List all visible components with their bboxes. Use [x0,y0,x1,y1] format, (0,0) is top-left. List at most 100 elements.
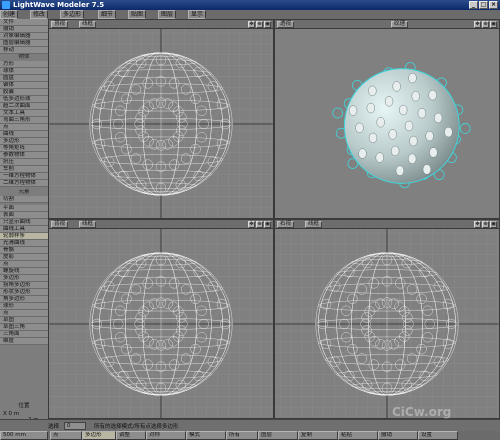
sidebar-item-bones[interactable]: 骨骼 [0,247,48,254]
maximize-icon[interactable]: □ [479,1,488,9]
sidebar-item-skelegons[interactable]: 皮影 [0,254,48,261]
sidebar-item-polygon-2[interactable]: 多边形 [0,275,48,282]
sidebar-item-move[interactable]: 移动 [0,47,48,54]
sidebar-item-cut[interactable]: 切割 [0,196,48,203]
viewport-perspective[interactable]: 透视 纹理 ✥ ⊕ ▣ [274,19,500,219]
viewport-name-select[interactable]: 顶视 [51,21,69,28]
sidebar-item-param-object[interactable]: 参数物体 [0,152,48,159]
tab-map[interactable]: 贴图 [128,10,147,19]
viewport-canvas[interactable] [275,29,499,218]
sidebar-item-helix[interactable]: 螺旋线 [0,268,48,275]
sidebar-item-cone[interactable]: 锥体 [0,82,48,89]
layers-button[interactable]: 图层 [258,431,298,440]
paste-button[interactable]: 粘贴 [338,431,378,440]
tab-detail[interactable]: 细节 [98,10,117,19]
viewport-name-select[interactable]: 背视 [51,221,69,228]
sidebar-item-disc[interactable]: 圆盘 [0,75,48,82]
sidebar-item-point-3[interactable]: 点 [0,310,48,317]
sidebar-item-triangle[interactable]: 三角面 [0,331,48,338]
maximize-view-icon[interactable]: ▣ [490,221,497,228]
sidebar-item-point[interactable]: 点 [0,124,48,131]
mode-button[interactable]: 模式 [186,431,226,440]
sidebar-item-corner-polygon[interactable]: 拐角多边形 [0,282,48,289]
tab-polygon[interactable]: 多边形 [60,10,85,19]
sidebar-item-surface[interactable]: 表面 [0,212,48,219]
zoom-view-icon[interactable]: ⊕ [482,221,489,228]
sidebar-item-show-curves[interactable]: 只显示曲线 [0,219,48,226]
viewport-right[interactable]: 右视 线框 ✥ ⊕ ▣ [274,219,500,419]
sidebar-item-sphere[interactable]: 球形 [0,303,48,310]
minimize-icon[interactable]: _ [469,1,478,9]
viewport-mode-select[interactable]: 线框 [79,21,97,28]
sidebar-item-2d-equation[interactable]: 二维方程物体 [0,180,48,187]
move-view-icon[interactable]: ✥ [474,221,481,228]
viewport-header: 透视 纹理 ✥ ⊕ ▣ [275,20,499,29]
sidebar-item-outline-spline[interactable]: 轮廓样条 [0,233,48,240]
tab-layer[interactable]: 图层 [158,10,177,19]
viewport-back[interactable]: 背视 线框 ✥ ⊕ ▣ [48,219,274,419]
settings-button[interactable]: 设置 [418,431,458,440]
sidebar-item-point-2[interactable]: 点 [0,261,48,268]
status-bar: 选择 0 所有的选择模式/所有点选择多边形 [0,419,500,431]
adjust-button[interactable]: 调整 [116,431,146,440]
sidebar-item-curve-tool[interactable]: 曲线工具 [0,226,48,233]
viewport-mode-select[interactable]: 纹理 [391,21,409,28]
watermark: CiCw.org [392,405,452,419]
tab-display[interactable]: 显示 [188,10,207,19]
tab-modify[interactable]: 修改 [30,10,49,19]
sidebar-item-curve[interactable]: 曲线 [0,131,48,138]
sidebar-item-file[interactable]: 文件 [0,19,48,26]
sidebar-item-dimension[interactable]: 维度 [0,338,48,345]
sidebar-item-extrude[interactable]: 挤压 [0,159,48,166]
viewport-canvas[interactable] [275,229,499,418]
copy-button[interactable]: 复制 [298,431,338,440]
sidebar-item-box[interactable]: 方形 [0,61,48,68]
sidebar-item-shape-polygon[interactable]: 形状多边形 [0,289,48,296]
viewport-top[interactable]: 顶视 线框 ✥ ⊕ ▣ [48,19,274,219]
close-icon[interactable]: × [489,1,498,9]
maximize-view-icon[interactable]: ▣ [264,21,271,28]
sidebar-item-undo[interactable]: 撤销 [0,26,48,33]
sidebar-item-lowpoly-ball[interactable]: 低多边形球 [0,96,48,103]
sidebar-item-capsule[interactable]: 胶囊 [0,89,48,96]
move-view-icon[interactable]: ✥ [248,221,255,228]
tab-create[interactable]: 创建 [0,10,19,19]
undo-button[interactable]: 撤销 [378,431,418,440]
sidebar-item-text-tool[interactable]: 文本工具 [0,110,48,117]
sidebar-item-sketch-triangle[interactable]: 草图三角 [0,324,48,331]
viewport-canvas[interactable] [49,229,273,418]
sidebar-item-superquadric[interactable]: 超二次曲面 [0,103,48,110]
symmetry-button[interactable]: 对称 [146,431,186,440]
move-view-icon[interactable]: ✥ [248,21,255,28]
maximize-view-icon[interactable]: ▣ [490,21,497,28]
sidebar-item-polygon[interactable]: 多边形 [0,138,48,145]
viewport-name-select[interactable]: 右视 [277,221,295,228]
sidebar-item-angle-polygon[interactable]: 角多边形 [0,296,48,303]
polygons-mode-button[interactable]: 多边形 [82,431,116,440]
sidebar-item-equal-matrix[interactable]: 等角矩阵 [0,145,48,152]
sidebar-item-plane[interactable]: 平面 [0,205,48,212]
zoom-view-icon[interactable]: ⊕ [256,21,263,28]
points-mode-button[interactable]: 点 [50,431,82,440]
sidebar-item-ball[interactable]: 球体 [0,68,48,75]
move-view-icon[interactable]: ✥ [474,21,481,28]
zoom-view-icon[interactable]: ⊕ [256,221,263,228]
sidebar-item-1d-equation[interactable]: 一维方程物体 [0,173,48,180]
sidebar-item-bend-triangle[interactable]: 弯曲三角形 [0,117,48,124]
grid-size: 500 mm [0,431,48,440]
sidebar-item-lathe[interactable]: 车削 [0,166,48,173]
sidebar-item-sketch[interactable]: 草图 [0,317,48,324]
sidebar-section-objects: 物体 [0,54,48,61]
viewport-canvas[interactable] [49,29,273,218]
zoom-view-icon[interactable]: ⊕ [482,21,489,28]
sidebar-item-smooth-curve[interactable]: 光滑曲线 [0,240,48,247]
window-controls: _ □ × [469,1,498,9]
viewport-mode-select[interactable]: 线框 [305,221,323,228]
maximize-view-icon[interactable]: ▣ [264,221,271,228]
all-button[interactable]: 所有 [226,431,258,440]
viewport-mode-select[interactable]: 线框 [79,221,97,228]
selection-label: 选择 [48,424,60,430]
viewport-name-select[interactable]: 透视 [277,21,295,28]
sidebar-item-object-editor[interactable]: 对象编辑器 [0,33,48,40]
sidebar-item-layer-editor[interactable]: 图层编辑器 [0,40,48,47]
